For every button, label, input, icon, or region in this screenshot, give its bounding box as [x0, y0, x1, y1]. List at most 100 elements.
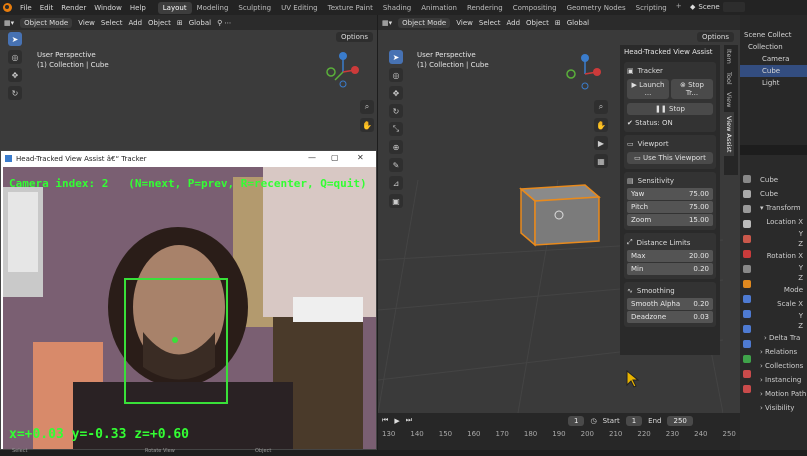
- right-cursor-tool-icon[interactable]: ◎: [389, 68, 403, 82]
- transform-orientation-icon[interactable]: ⊞: [177, 19, 183, 27]
- collection-props-icon[interactable]: [743, 265, 751, 273]
- menu-window[interactable]: Window: [94, 4, 122, 12]
- close-button[interactable]: ✕: [357, 153, 364, 162]
- frame-ruler[interactable]: 130 140 150 160 170 180 190 200 210 220 …: [378, 428, 740, 440]
- texture-props-icon[interactable]: [743, 385, 751, 393]
- zoom-icon[interactable]: ⌕: [360, 100, 374, 114]
- right-menu-select[interactable]: Select: [479, 19, 501, 27]
- scene-selector[interactable]: ◆ Scene: [690, 2, 745, 12]
- object-props-icon[interactable]: [743, 280, 751, 288]
- use-this-viewport-button[interactable]: ▭ Use This Viewport: [627, 152, 713, 164]
- left-menu-add[interactable]: Add: [128, 19, 142, 27]
- launch-tracker-button[interactable]: ▶ Launch ...: [627, 79, 669, 99]
- zoom-field[interactable]: Zoom 15.00: [627, 214, 713, 226]
- cursor-tool-icon[interactable]: ◎: [8, 50, 22, 64]
- outliner-light[interactable]: Light: [740, 77, 807, 89]
- outliner-cube[interactable]: Cube: [740, 65, 807, 77]
- menu-render[interactable]: Render: [61, 4, 86, 12]
- distance-header[interactable]: ⤢ Distance Limits: [627, 236, 713, 249]
- data-props-icon[interactable]: [743, 355, 751, 363]
- right-select-tool-icon[interactable]: ➤: [389, 50, 403, 64]
- menu-help[interactable]: Help: [130, 4, 146, 12]
- right-editor-type-icon[interactable]: ▦▾: [382, 19, 392, 27]
- grid-toggle-icon[interactable]: ▦: [594, 154, 608, 168]
- tab-animation[interactable]: Animation: [416, 2, 462, 14]
- measure-tool-icon[interactable]: ⊿: [389, 176, 403, 190]
- tab-layout[interactable]: Layout: [157, 1, 192, 14]
- constraints-props-icon[interactable]: [743, 340, 751, 348]
- render-props-icon[interactable]: [743, 190, 751, 198]
- right-pan-hand-icon[interactable]: ✋: [594, 118, 608, 132]
- smoothing-header[interactable]: ∿ Smoothing: [627, 285, 713, 297]
- menu-file[interactable]: File: [20, 4, 32, 12]
- tab-shading[interactable]: Shading: [378, 2, 416, 14]
- right-menu-view[interactable]: View: [456, 19, 473, 27]
- select-tool-icon[interactable]: ➤: [8, 32, 22, 46]
- right-zoom-icon[interactable]: ⌕: [594, 100, 608, 114]
- end-frame-field[interactable]: 250: [667, 415, 693, 426]
- scale-tool-icon[interactable]: ⤡: [389, 122, 403, 136]
- material-props-icon[interactable]: [743, 370, 751, 378]
- tab-sculpting[interactable]: Sculpting: [233, 2, 276, 14]
- smooth-alpha-field[interactable]: Smooth Alpha 0.20: [627, 298, 713, 310]
- left-menu-view[interactable]: View: [78, 19, 95, 27]
- cube-object[interactable]: [515, 183, 603, 249]
- tab-rendering[interactable]: Rendering: [462, 2, 508, 14]
- world-props-icon[interactable]: [743, 250, 751, 258]
- left-options-button[interactable]: Options: [336, 32, 374, 42]
- stop-button[interactable]: ❚❚ Stop: [627, 103, 713, 115]
- left-menu-object[interactable]: Object: [148, 19, 171, 27]
- max-field[interactable]: Max 20.00: [627, 250, 713, 262]
- particles-props-icon[interactable]: [743, 310, 751, 318]
- stop-tracker-button[interactable]: ⊗ Stop Tr...: [671, 79, 713, 99]
- transform-tool-icon[interactable]: ⊕: [389, 140, 403, 154]
- jump-start-icon[interactable]: ⏮: [382, 416, 388, 425]
- left-mode-dropdown[interactable]: Object Mode: [20, 17, 73, 28]
- outliner-collection[interactable]: Collection: [740, 41, 807, 53]
- right-rotate-tool-icon[interactable]: ↻: [389, 104, 403, 118]
- outliner-scene-collection[interactable]: Scene Collect: [740, 29, 807, 41]
- tab-tool[interactable]: Tool: [724, 68, 734, 89]
- tab-uv-editing[interactable]: UV Editing: [276, 2, 323, 14]
- jump-end-icon[interactable]: ⏭: [406, 416, 412, 425]
- start-frame-field[interactable]: 1: [625, 415, 643, 426]
- visibility-header[interactable]: › Visibility: [740, 401, 807, 415]
- tab-view[interactable]: View: [724, 88, 734, 111]
- play-icon[interactable]: ▶: [394, 417, 399, 425]
- deadzone-field[interactable]: Deadzone 0.03: [627, 311, 713, 323]
- tab-modeling[interactable]: Modeling: [192, 2, 234, 14]
- left-navigation-gizmo[interactable]: [325, 50, 361, 90]
- left-menu-select[interactable]: Select: [101, 19, 123, 27]
- right-navigation-gizmo[interactable]: [563, 52, 607, 92]
- right-orientation-icon[interactable]: ⊞: [555, 19, 561, 27]
- right-move-tool-icon[interactable]: ✥: [389, 86, 403, 100]
- viewport-header[interactable]: ▭ Viewport: [627, 138, 713, 150]
- add-cube-tool-icon[interactable]: ▣: [389, 194, 403, 208]
- tool-props-icon[interactable]: [743, 175, 751, 183]
- tracker-header[interactable]: ▣ Tracker: [627, 65, 713, 77]
- right-orientation-dropdown[interactable]: Global: [567, 19, 589, 27]
- tracker-window[interactable]: Head-Tracked View Assist â€“ Tracker — ▢…: [0, 150, 377, 450]
- right-menu-add[interactable]: Add: [506, 19, 520, 27]
- min-field[interactable]: Min 0.20: [627, 263, 713, 275]
- right-options-button[interactable]: Options: [697, 32, 735, 42]
- scene-field[interactable]: [722, 2, 745, 12]
- yaw-field[interactable]: Yaw 75.00: [627, 188, 713, 200]
- outliner-camera[interactable]: Camera: [740, 53, 807, 65]
- right-mode-dropdown[interactable]: Object Mode: [398, 17, 451, 28]
- tab-compositing[interactable]: Compositing: [508, 2, 562, 14]
- tracker-window-titlebar[interactable]: Head-Tracked View Assist â€“ Tracker: [1, 151, 376, 166]
- menu-edit[interactable]: Edit: [40, 4, 54, 12]
- snap-icon[interactable]: ⚲ ⋯: [217, 19, 231, 27]
- scene-props-icon[interactable]: [743, 235, 751, 243]
- annotate-tool-icon[interactable]: ✎: [389, 158, 403, 172]
- rotate-tool-icon[interactable]: ↻: [8, 86, 22, 100]
- add-workspace-button[interactable]: +: [676, 2, 682, 14]
- right-menu-object[interactable]: Object: [526, 19, 549, 27]
- tab-scripting[interactable]: Scripting: [631, 2, 672, 14]
- move-tool-icon[interactable]: ✥: [8, 68, 22, 82]
- editor-type-icon[interactable]: ▦▾: [4, 19, 14, 27]
- view-layer-icon[interactable]: [743, 220, 751, 228]
- maximize-button[interactable]: ▢: [331, 153, 339, 162]
- physics-props-icon[interactable]: [743, 325, 751, 333]
